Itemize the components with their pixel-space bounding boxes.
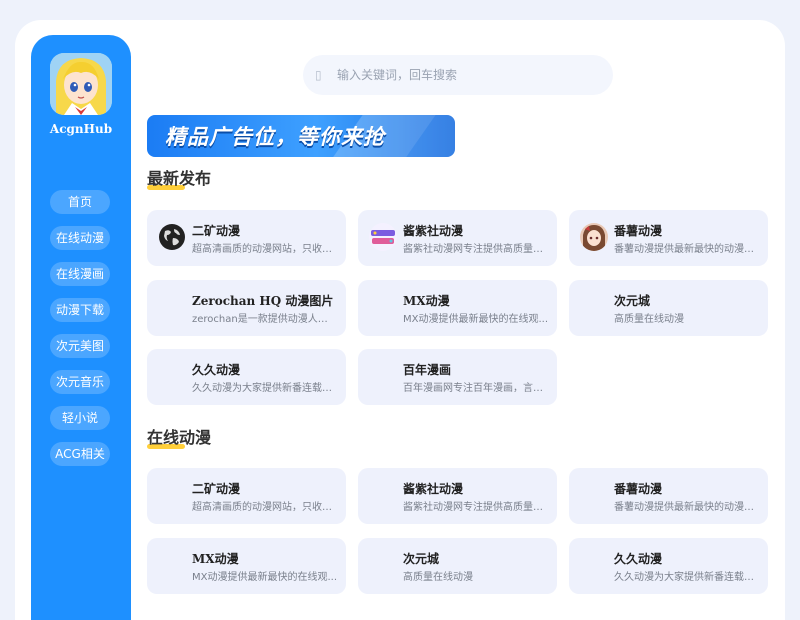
- main-window: AcgnHub 首页 在线动漫 在线漫画 动漫下载 次元美图 次元音乐 轻小说 …: [15, 20, 785, 620]
- card-title: 酱紫社动漫: [403, 224, 464, 238]
- site-card[interactable]: Zerochan HQ 动漫图片 zerochan是一款提供动漫人物图...: [147, 280, 346, 336]
- card-title: 百年漫画: [403, 363, 452, 377]
- card-description: MX动漫提供最新最快的在线观...: [403, 314, 548, 325]
- nav-item-light-novel[interactable]: 轻小说: [50, 406, 110, 430]
- section-title-text: 最新发布: [147, 169, 212, 188]
- card-description: 高质量在线动漫: [403, 572, 473, 583]
- card-description: 久久动漫为大家提供新番连载大...: [614, 572, 759, 583]
- anime-avatar-icon: [580, 223, 608, 251]
- site-card[interactable]: 百年漫画 百年漫画网专注百年漫画，言情...: [358, 349, 557, 405]
- sidebar-nav: 首页 在线动漫 在线漫画 动漫下载 次元美图 次元音乐 轻小说 ACG相关: [50, 190, 112, 478]
- section-title-latest: 最新发布: [147, 165, 212, 190]
- section-title-online-anime: 在线动漫: [147, 424, 212, 449]
- globe-icon: [158, 223, 186, 251]
- card-title: MX动漫: [192, 552, 239, 566]
- site-logo[interactable]: [50, 53, 112, 115]
- card-description: MX动漫提供最新最快的在线观...: [192, 572, 337, 583]
- card-title: Zerochan HQ 动漫图片: [192, 294, 334, 308]
- site-card[interactable]: 番薯动漫 番薯动漫提供最新最快的动漫新...: [569, 468, 768, 524]
- anime-girl-logo-icon: [50, 53, 112, 115]
- site-card[interactable]: 酱紫社动漫 酱紫社动漫网专注提供高质量的...: [358, 468, 557, 524]
- nav-item-acg-related[interactable]: ACG相关: [50, 442, 110, 466]
- nav-item-online-manga[interactable]: 在线漫画: [50, 262, 110, 286]
- nav-item-anime-download[interactable]: 动漫下载: [50, 298, 110, 322]
- card-title: 番薯动漫: [614, 224, 663, 238]
- nav-item-home[interactable]: 首页: [50, 190, 110, 214]
- card-title: 次元城: [403, 552, 440, 566]
- card-description: 番薯动漫提供最新最快的动漫新...: [614, 502, 759, 513]
- site-logo-icon: [369, 223, 397, 251]
- card-description: 番薯动漫提供最新最快的动漫新...: [614, 244, 759, 255]
- card-description: 百年漫画网专注百年漫画，言情...: [403, 383, 548, 394]
- site-card[interactable]: 久久动漫 久久动漫为大家提供新番连载大...: [569, 538, 768, 594]
- nav-item-acg-music[interactable]: 次元音乐: [50, 370, 110, 394]
- nav-item-online-anime[interactable]: 在线动漫: [50, 226, 110, 250]
- card-description: 超高清画质的动漫网站，只收录...: [192, 244, 337, 255]
- section-title-text: 在线动漫: [147, 428, 212, 447]
- search-bar: ▯: [303, 55, 613, 95]
- site-card[interactable]: 二矿动漫 超高清画质的动漫网站，只收录...: [147, 468, 346, 524]
- card-title: 次元城: [614, 294, 651, 308]
- site-card[interactable]: 番薯动漫 番薯动漫提供最新最快的动漫新...: [569, 210, 768, 266]
- site-card[interactable]: MX动漫 MX动漫提供最新最快的在线观...: [358, 280, 557, 336]
- card-title: 久久动漫: [192, 363, 241, 377]
- nav-item-acg-images[interactable]: 次元美图: [50, 334, 110, 358]
- card-description: zerochan是一款提供动漫人物图...: [192, 314, 337, 325]
- site-card[interactable]: 久久动漫 久久动漫为大家提供新番连载大...: [147, 349, 346, 405]
- sidebar: AcgnHub 首页 在线动漫 在线漫画 动漫下载 次元美图 次元音乐 轻小说 …: [31, 35, 131, 620]
- ad-banner-text: 精品广告位，等你来抢: [165, 125, 385, 149]
- card-title: 久久动漫: [614, 552, 663, 566]
- site-card[interactable]: 次元城 高质量在线动漫: [569, 280, 768, 336]
- ad-banner[interactable]: 精品广告位，等你来抢: [147, 115, 455, 157]
- site-card[interactable]: 次元城 高质量在线动漫: [358, 538, 557, 594]
- card-description: 高质量在线动漫: [614, 314, 684, 325]
- site-card[interactable]: MX动漫 MX动漫提供最新最快的在线观...: [147, 538, 346, 594]
- card-description: 酱紫社动漫网专注提供高质量的...: [403, 502, 548, 513]
- card-description: 久久动漫为大家提供新番连载大...: [192, 383, 337, 394]
- search-input[interactable]: [335, 67, 589, 83]
- card-description: 酱紫社动漫网专注提供高质量的...: [403, 244, 548, 255]
- card-title: 二矿动漫: [192, 482, 241, 496]
- card-title: MX动漫: [403, 294, 450, 308]
- card-description: 超高清画质的动漫网站，只收录...: [192, 502, 337, 513]
- card-title: 二矿动漫: [192, 224, 241, 238]
- site-card[interactable]: 酱紫社动漫 酱紫社动漫网专注提供高质量的...: [358, 210, 557, 266]
- site-card[interactable]: 二矿动漫 超高清画质的动漫网站，只收录...: [147, 210, 346, 266]
- search-icon[interactable]: ▯: [315, 68, 331, 82]
- card-title: 酱紫社动漫: [403, 482, 464, 496]
- site-name: AcgnHub: [49, 122, 113, 136]
- card-title: 番薯动漫: [614, 482, 663, 496]
